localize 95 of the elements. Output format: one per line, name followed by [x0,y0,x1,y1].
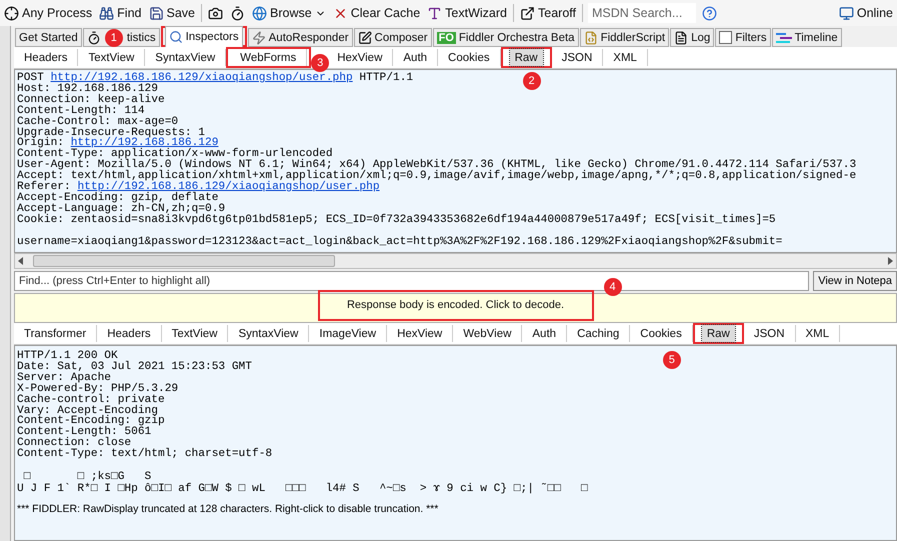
horizontal-scrollbar[interactable] [14,253,897,269]
header-line: HTTP/1.1 [358,72,414,84]
tab[interactable]: XML [603,49,648,66]
header-line: Referer: [17,181,71,194]
header-line: Host: 192.168.186.129 [17,82,158,95]
tab[interactable]: SyntaxView [228,325,310,342]
stopwatch-icon [230,6,245,20]
tab[interactable]: Headers [97,325,162,342]
toolbar-button[interactable]: Tearoff [519,6,577,20]
tab[interactable]: Raw [702,325,735,342]
header-line: Connection: keep-alive [17,94,165,106]
toolbar-button[interactable]: Browse [251,6,327,20]
checkbox-icon [719,31,732,44]
stopwatch-icon [86,30,101,44]
tab[interactable]: Headers [14,49,78,66]
tab[interactable]: HexView [327,49,394,66]
window-icon [520,6,535,20]
toolbar-icon[interactable] [207,6,224,20]
tab[interactable]: Auth [393,49,438,66]
binoculars-icon [99,6,114,20]
left-arrow-icon [18,257,23,265]
notice-text: Response body is encoded. Click to decode. [346,299,564,311]
header-line: Accept-Language: zh-CN,zh;q=0.9 [17,202,226,215]
header-line: POST [17,72,44,84]
tab[interactable]: TextView [162,325,228,342]
lightning-icon [252,30,266,44]
header-line: Connection: close [17,437,132,450]
header-line: Origin: [17,137,64,150]
header-line: Cache-Control: max-age=0 [17,116,178,128]
header-line: Date: Sat, 03 Jul 2021 15:23:53 GMT [17,360,252,373]
tab[interactable]: Auth [522,325,568,342]
tab[interactable]: Filters [715,28,771,47]
tab[interactable]: Cookies [438,49,501,66]
script-icon [584,30,598,44]
header-line: X-Powered-By: PHP/5.3.29 [17,382,178,395]
step-number: 3 [311,54,330,72]
header-line: HTTP/1.1 200 OK [17,350,118,362]
notepad-button[interactable]: View in Notepa [813,271,897,291]
tab[interactable]: Composer [354,28,432,47]
tab[interactable]: FiddlerScript [580,28,670,47]
tab[interactable]: Timeline [772,28,842,47]
crosshair-icon [4,6,19,20]
document-icon [674,30,688,44]
tab[interactable]: JSON [744,325,796,342]
tab[interactable]: TextView [78,49,146,66]
header-line: Server: Apache [17,372,111,384]
timeline-icon [776,32,792,44]
tab[interactable]: WebForms [230,49,308,66]
tab[interactable]: Inspectors [164,26,243,47]
tab[interactable]: Transformer [14,325,98,342]
toolbar-button[interactable]: Clear Cache [332,6,422,20]
tab[interactable]: AutoResponder [248,28,353,47]
toolbar-button[interactable]: Any Process [3,6,94,20]
tab[interactable]: HexView [387,325,454,342]
header-line: Accept-Encoding: gzip, deflate [17,192,218,204]
tab[interactable]: Get Started [15,28,82,47]
header-line: Upgrade-Insecure-Requests: 1 [17,126,205,139]
tab[interactable]: FO Fiddler Orchestra Beta [432,28,579,47]
tab[interactable]: XML [796,325,840,342]
tab[interactable]: SyntaxView [145,49,226,66]
right-arrow-icon [888,257,893,265]
header-line: Cache-control: private [17,394,165,406]
toolbar-button[interactable]: Online [838,6,894,20]
tab[interactable]: ImageView [309,325,388,342]
truncation-note: *** FIDDLER: RawDisplay truncated at 128 characters. Right-click to disable truncation. *** [17,504,440,515]
tab[interactable]: 1 tistics [82,28,160,47]
tab[interactable]: Log [670,28,714,47]
tab[interactable]: Caching [567,325,630,342]
tab[interactable]: JSON [552,49,604,66]
globe-icon [252,6,267,20]
help-icon [702,6,717,20]
header-line: Content-Type: text/html; charset=utf-8 [17,448,272,460]
search-icon [168,30,183,44]
toolbar-icon[interactable] [229,6,246,20]
toolbar-button[interactable]: Save [148,6,196,20]
header-line: Cookie: zentaosid=sna8i3kvpd6tg6tp01bd581ep5; ECS_ID=0f732a3943353682e6df194a44000879e517a49f; ECS[visit_times]=5 [17,214,776,226]
toolbar-button[interactable]: TextWizard [426,6,508,20]
badge: FO [436,32,456,44]
tab[interactable]: WebView [453,325,522,342]
header-line: username=xiaoqiang1&password=123123&act=act_login&back_act=http%3A%2F%2F192.168.186.129%2Fxiaoqiangshop%2F&submit= [17,236,782,248]
url-link[interactable]: http://192.168.186.129/xiaoqiangshop/user.php [50,72,353,84]
monitor-icon [838,6,854,20]
search-field[interactable]: MSDN Search... [588,3,696,23]
tab[interactable]: Cookies [630,325,693,342]
header-line: Vary: Accept-Encoding [17,404,158,417]
tab[interactable]: Raw [510,49,543,66]
camera-icon [208,6,223,20]
toolbar-button[interactable]: Find [98,6,142,20]
pencil-icon [358,30,372,44]
binary-text: □ □ ;ks□G S [22,470,152,483]
save-icon [148,6,164,20]
binary-text: U J F 1` R*□ I □Hp ô□I□ af G□W $ □ wL □□□ l4# S ^~□s > ɤ 9 ci w C} □;| ˜□□ □ [17,482,588,495]
header-line: Content-Length: 114 [17,104,145,117]
text-icon [427,6,442,20]
step-number: 1 [104,28,123,46]
